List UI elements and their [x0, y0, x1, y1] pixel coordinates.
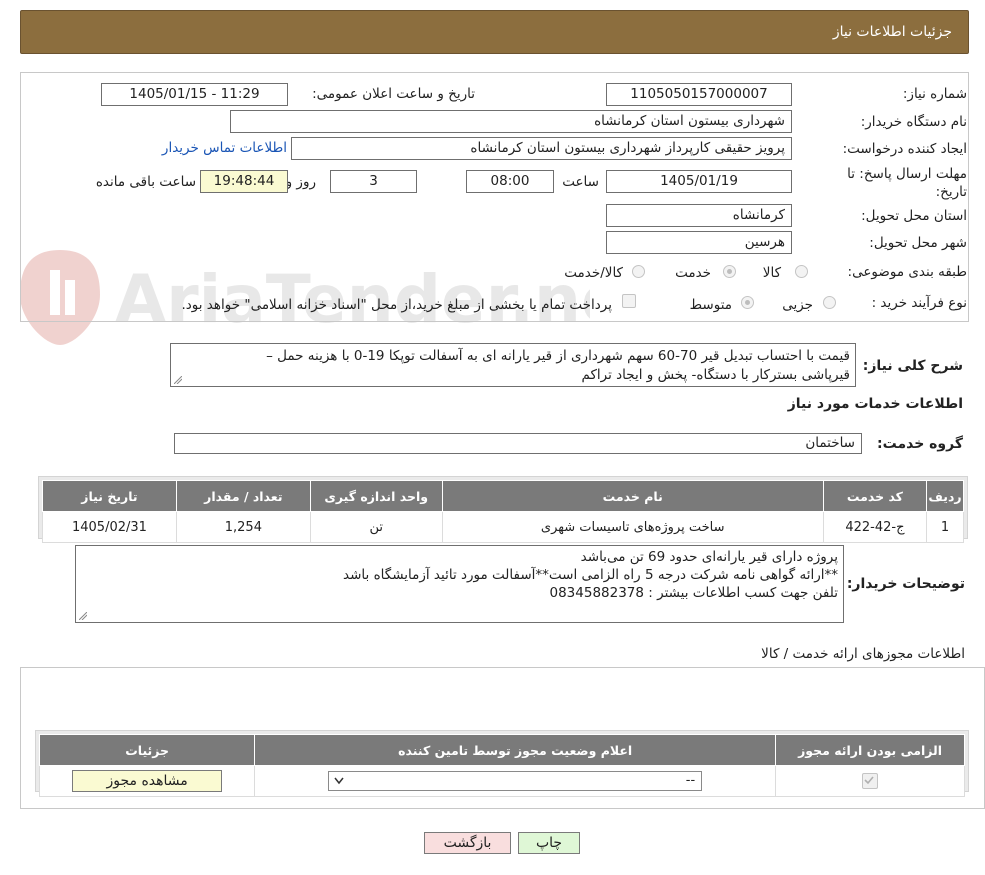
buyer-notes-line-3: تلفن جهت کسب اطلاعات بیشتر : 08345882378 [549, 585, 839, 601]
page-title: جزئیات اطلاعات نیاز [832, 24, 952, 40]
permits-header-row: الزامی بودن ارائه مجوز اعلام وضعیت مجوز … [38, 734, 965, 766]
services-section-title: اطلاعات خدمات مورد نیاز [787, 396, 963, 412]
requester-field: پرویز حقیقی کارپرداز شهرداری بیستون استا… [291, 137, 792, 160]
cell-required [775, 765, 965, 797]
summary-label: شرح کلی نیاز: [862, 358, 963, 374]
deadline-label: مهلت ارسال پاسخ: تا [847, 166, 967, 182]
permits-table: الزامی بودن ارائه مجوز اعلام وضعیت مجوز … [35, 730, 969, 797]
col-date: تاریخ نیاز [42, 480, 177, 512]
announce-field: 1405/01/15 - 11:29 [101, 83, 288, 106]
col-unit: واحد اندازه گیری [309, 480, 443, 512]
cell-status: -- [254, 765, 777, 797]
deadline-label-date: تاریخ: [935, 184, 967, 200]
table-row: -- مشاهده مجوز [38, 765, 965, 797]
remaining-time-field: 19:48:44 [200, 170, 288, 193]
category-both-radio[interactable] [632, 265, 645, 278]
need-number-field: 1105050157000007 [606, 83, 792, 106]
resize-handle-icon[interactable] [174, 376, 182, 384]
need-number-label: شماره نیاز: [902, 86, 967, 102]
remaining-label: ساعت باقی مانده [95, 174, 196, 190]
buyer-org-field: شهرداری بیستون استان کرمانشاه [230, 110, 792, 133]
service-group-label: گروه خدمت: [877, 436, 963, 452]
deadline-time-label: ساعت [562, 174, 599, 190]
days-label: روز و [285, 174, 316, 190]
category-both-label: کالا/خدمت [564, 265, 623, 281]
buyer-notes-line-1: پروژه دارای قیر یارانه‌ای حدود 69 تن می‌… [580, 549, 838, 565]
buyer-org-label: نام دستگاه خریدار: [860, 114, 967, 130]
process-minor-label: جزیی [782, 297, 813, 313]
col-qty: تعداد / مقدار [175, 480, 311, 512]
resize-handle-icon[interactable] [79, 612, 87, 620]
table-row: 1 ج-42-422 ساخت پروژه‌های تاسیسات شهری ت… [42, 511, 964, 543]
chevron-down-icon [334, 777, 344, 785]
city-field: هرسین [606, 231, 792, 254]
treasury-note: پرداخت تمام یا بخشی از مبلغ خرید،از محل … [181, 297, 612, 313]
permits-section-title: اطلاعات مجوزهای ارائه خدمت / کالا [761, 646, 965, 662]
services-table: ردیف کد خدمت نام خدمت واحد اندازه گیری ت… [38, 476, 968, 543]
process-minor-radio[interactable] [823, 296, 836, 309]
category-service-label: خدمت [675, 265, 711, 281]
cell-details: مشاهده مجوز [38, 765, 256, 797]
category-goods-radio[interactable] [795, 265, 808, 278]
summary-line-2: قیرپاشی بسترکار با دستگاه- پخش و ایجاد ت… [581, 367, 850, 383]
city-label: شهر محل تحویل: [869, 235, 967, 251]
col-details: جزئیات [38, 734, 256, 766]
cell-name: ساخت پروژه‌های تاسیسات شهری [441, 511, 824, 543]
category-service-radio[interactable] [723, 265, 736, 278]
process-label: نوع فرآیند خرید : [871, 295, 967, 311]
col-required: الزامی بودن ارائه مجوز [775, 734, 965, 766]
required-checkbox[interactable] [862, 773, 879, 789]
page-header: جزئیات اطلاعات نیاز [20, 10, 969, 54]
province-field: کرمانشاه [606, 204, 792, 227]
deadline-date-field: 1405/01/19 [606, 170, 792, 193]
print-button[interactable]: چاپ [518, 832, 580, 854]
view-permit-button[interactable]: مشاهده مجوز [72, 770, 223, 792]
requester-label: ایجاد کننده درخواست: [842, 141, 967, 157]
check-icon [864, 776, 874, 785]
category-label: طبقه بندی موضوعی: [847, 264, 967, 280]
permit-status-value: -- [685, 773, 696, 788]
treasury-checkbox[interactable] [622, 294, 636, 308]
col-row: ردیف [926, 480, 964, 512]
cell-qty: 1,254 [175, 511, 311, 543]
announce-label: تاریخ و ساعت اعلان عمومی: [312, 86, 475, 102]
buyer-notes-label: توضیحات خریدار: [846, 576, 965, 592]
back-button[interactable]: بازگشت [424, 832, 511, 854]
deadline-time-field: 08:00 [466, 170, 554, 193]
category-goods-label: کالا [762, 265, 781, 281]
cell-date: 1405/02/31 [42, 511, 177, 543]
buyer-notes-line-2: **ارائه گواهی نامه شرکت درجه 5 راه الزام… [343, 567, 838, 583]
summary-textarea[interactable]: قیمت با احتساب تبدیل قیر 70-60 سهم شهردا… [170, 343, 856, 387]
cell-code: ج-42-422 [822, 511, 928, 543]
province-label: استان محل تحویل: [861, 208, 967, 224]
col-name: نام خدمت [441, 480, 824, 512]
col-status: اعلام وضعیت مجوز توسط تامین کننده [254, 734, 777, 766]
buyer-notes-textarea[interactable]: پروژه دارای قیر یارانه‌ای حدود 69 تن می‌… [75, 545, 844, 623]
process-medium-radio[interactable] [741, 296, 754, 309]
buyer-contact-link[interactable]: اطلاعات تماس خریدار [162, 140, 287, 156]
process-medium-label: متوسط [689, 297, 732, 313]
days-field: 3 [330, 170, 417, 193]
col-code: کد خدمت [822, 480, 928, 512]
cell-unit: تن [309, 511, 443, 543]
permit-status-select[interactable]: -- [328, 771, 703, 791]
service-group-field: ساختمان [174, 433, 862, 454]
summary-line-1: قیمت با احتساب تبدیل قیر 70-60 سهم شهردا… [266, 348, 850, 364]
cell-row: 1 [926, 511, 964, 543]
services-header-row: ردیف کد خدمت نام خدمت واحد اندازه گیری ت… [42, 480, 964, 512]
